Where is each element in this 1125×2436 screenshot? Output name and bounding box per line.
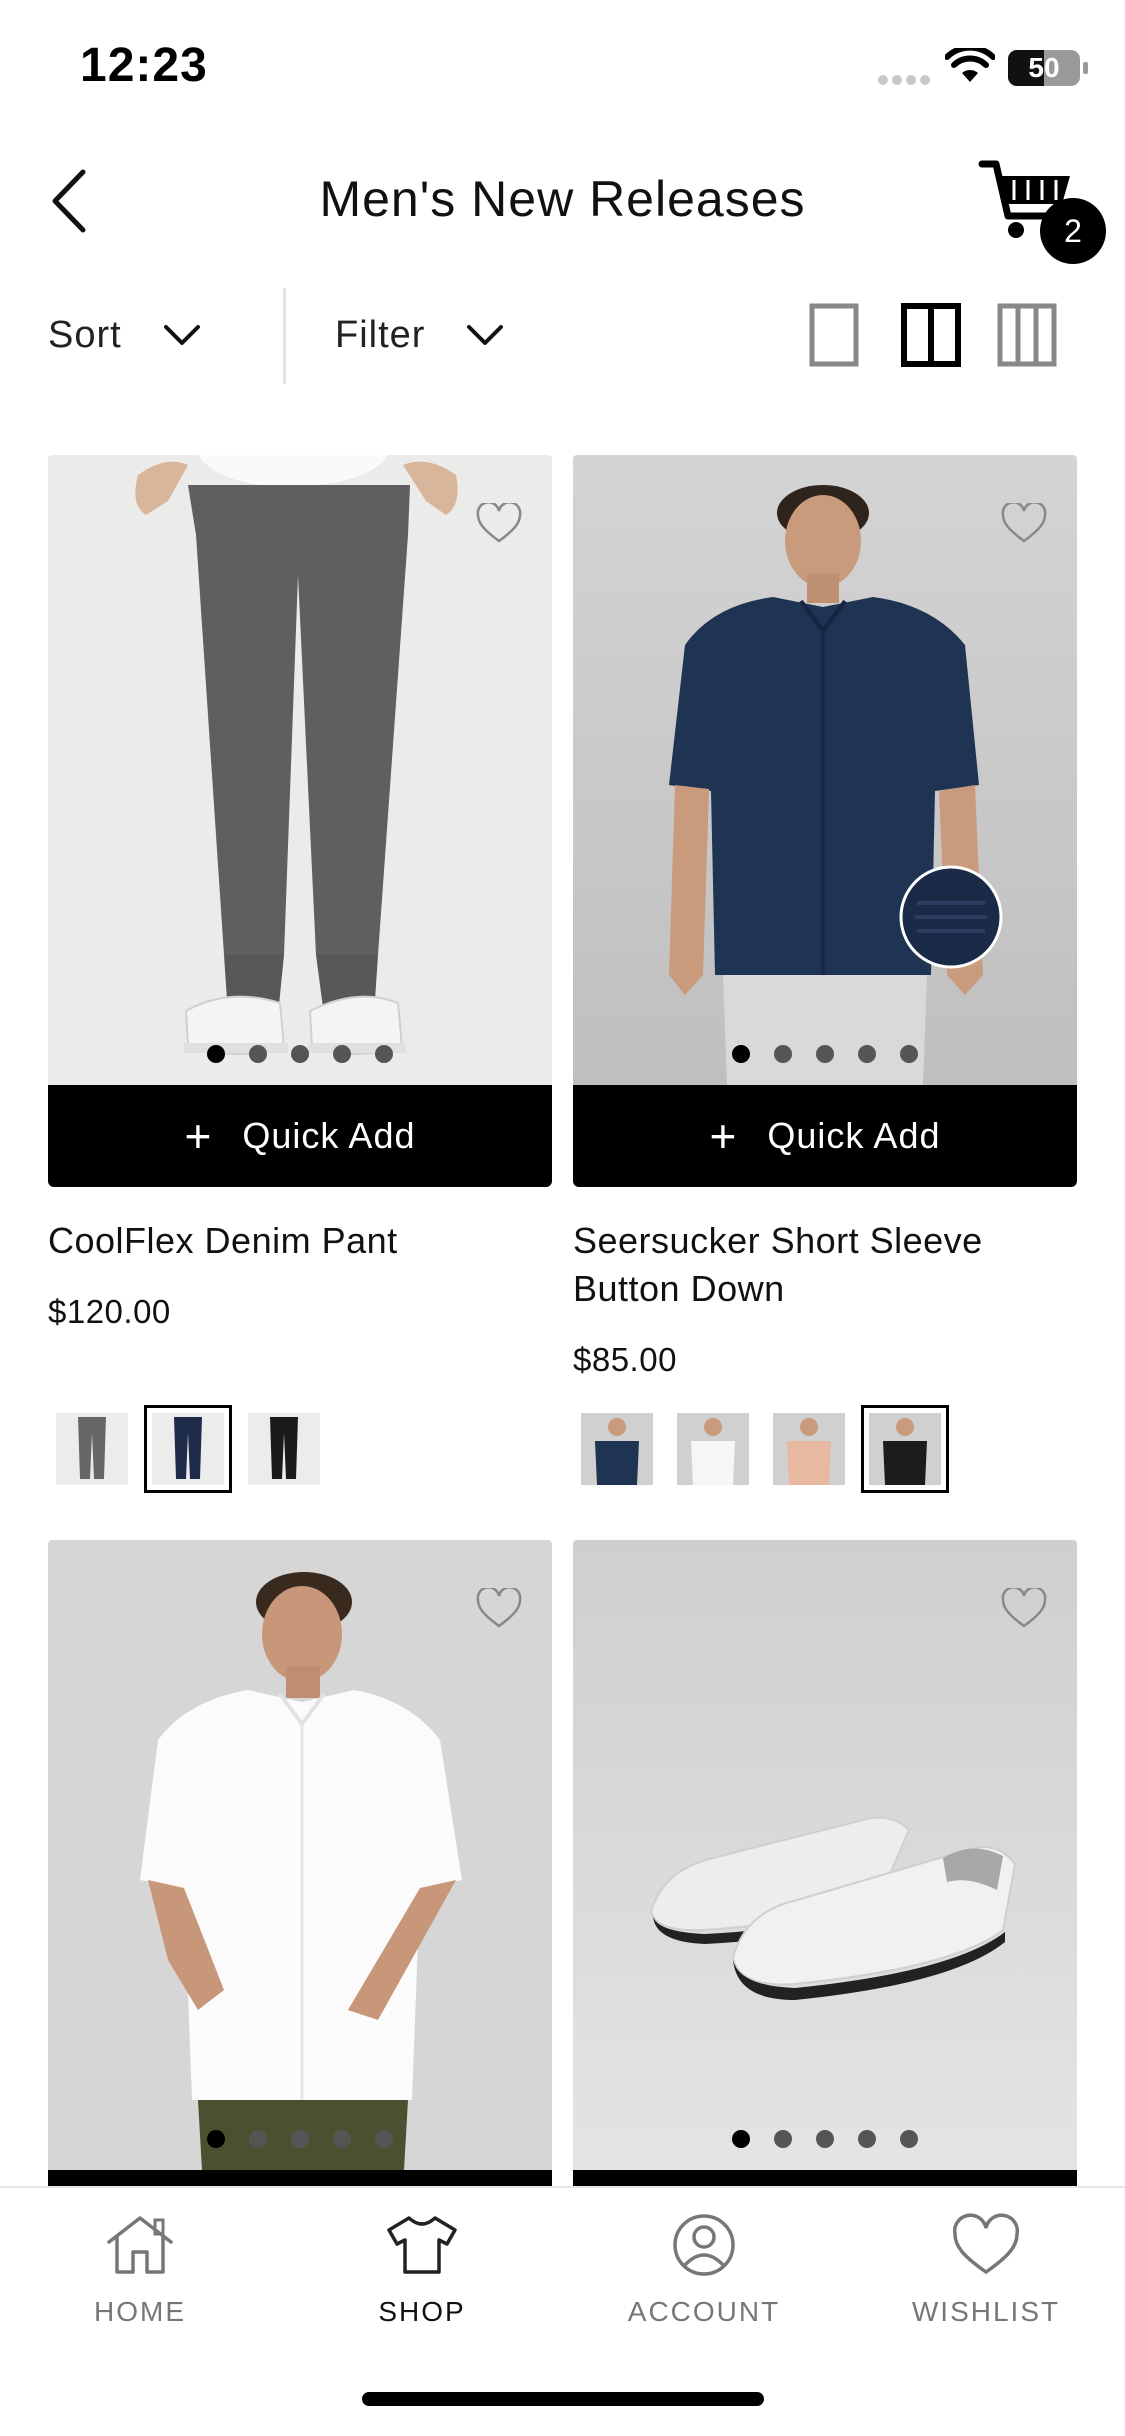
color-swatch-grey[interactable] (48, 1405, 136, 1493)
three-column-view-icon[interactable] (996, 302, 1058, 368)
product-price: $85.00 (573, 1341, 677, 1378)
quick-add-button[interactable]: + Quick Add (573, 1085, 1077, 1187)
image-carousel-dots[interactable] (48, 2130, 552, 2148)
color-swatch-white[interactable] (669, 1405, 757, 1493)
product-name[interactable]: Seersucker Short Sleeve Button Down (573, 1217, 1077, 1313)
image-carousel-dots[interactable] (573, 1045, 1077, 1063)
color-swatch-navy[interactable] (573, 1405, 661, 1493)
heart-icon[interactable] (1001, 1588, 1047, 1630)
color-swatch-navy[interactable] (144, 1405, 232, 1493)
product-name[interactable]: CoolFlex Denim Pant (48, 1217, 552, 1265)
filter-label: Filter (335, 313, 426, 356)
color-swatch-black[interactable] (861, 1405, 949, 1493)
sort-button[interactable]: Sort (48, 300, 202, 370)
chevron-down-icon (163, 325, 200, 345)
heart-icon (952, 2213, 1020, 2275)
two-column-view-icon[interactable] (900, 302, 962, 368)
heart-icon[interactable] (1001, 503, 1047, 545)
tab-home[interactable]: HOME (30, 2212, 250, 2328)
tab-wishlist[interactable]: WISHLIST (876, 2212, 1096, 2328)
quick-add-button[interactable]: + Quick Add (48, 1085, 552, 1187)
image-carousel-dots[interactable] (48, 1045, 552, 1063)
heart-icon[interactable] (476, 503, 522, 545)
tab-shop[interactable]: SHOP (312, 2212, 532, 2328)
tab-account[interactable]: ACCOUNT (594, 2212, 814, 2328)
product-image-denim-pant[interactable] (48, 455, 552, 1085)
filter-button[interactable]: Filter (335, 300, 505, 370)
status-bar: 12:23 50 (0, 0, 1125, 140)
cart-count-badge: 2 (1040, 198, 1106, 264)
product-price: $120.00 (48, 1293, 171, 1330)
image-carousel-dots[interactable] (573, 2130, 1077, 2148)
color-swatch-peach[interactable] (765, 1405, 853, 1493)
toolbar-divider (283, 288, 286, 384)
home-indicator (362, 2392, 764, 2406)
quick-add-label: Quick Add (242, 1115, 416, 1156)
sort-filter-toolbar: Sort Filter (0, 280, 1125, 390)
battery-icon: 50 (1008, 50, 1088, 86)
color-swatches (48, 1405, 328, 1493)
status-time: 12:23 (80, 39, 208, 92)
product-image-seersucker-shirt[interactable] (573, 455, 1077, 1085)
tab-account-label: ACCOUNT (627, 2296, 781, 2327)
single-column-view-icon[interactable] (806, 302, 868, 368)
wifi-icon (945, 48, 995, 82)
battery-level: 50 (1028, 52, 1060, 83)
chevron-down-icon (467, 325, 504, 345)
header: Men's New Releases 2 (0, 140, 1125, 264)
plus-icon: + (709, 1110, 738, 1162)
tab-home-label: HOME (94, 2296, 186, 2327)
color-swatches (573, 1405, 949, 1493)
sort-label: Sort (48, 313, 122, 356)
plus-icon: + (184, 1110, 213, 1162)
page-title: Men's New Releases (319, 171, 806, 227)
cart-button[interactable]: 2 (978, 154, 1108, 264)
quick-add-label: Quick Add (767, 1115, 941, 1156)
shirt-icon (387, 2216, 457, 2274)
home-icon (107, 2216, 173, 2274)
color-swatch-black[interactable] (240, 1405, 328, 1493)
tab-shop-label: SHOP (378, 2296, 466, 2327)
tab-wishlist-label: WISHLIST (911, 2296, 1061, 2327)
signal-icon (878, 72, 934, 90)
heart-icon[interactable] (476, 1588, 522, 1630)
account-icon (673, 2214, 735, 2276)
product-image-slip-on-shoe[interactable] (573, 1540, 1077, 2170)
product-image-white-shirt[interactable] (48, 1540, 552, 2170)
